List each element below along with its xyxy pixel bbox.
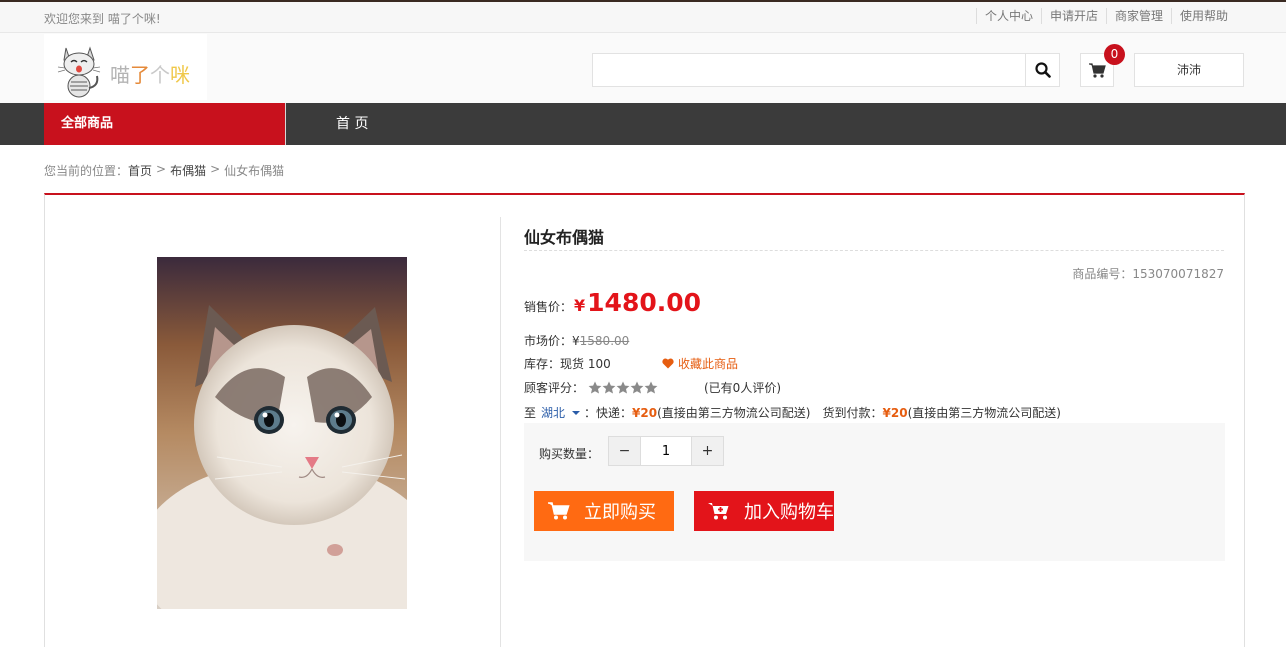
rating-stars	[588, 381, 658, 394]
market-price-label: 市场价：	[524, 334, 573, 348]
breadcrumb: 您当前的位置： 首页 > 布偶猫 > 仙女布偶猫	[44, 162, 284, 179]
top-link-merchant[interactable]: 商家管理	[1105, 8, 1171, 24]
breadcrumb-home[interactable]: 首页	[128, 162, 152, 179]
logo-text: 喵了个咪	[110, 59, 190, 88]
market-price-currency: ¥	[572, 333, 580, 348]
cod-note: (直接由第三方物流公司配送)	[907, 406, 1061, 420]
header: 喵了个咪 0 沛沛	[0, 33, 1286, 103]
nav-home[interactable]: 首 页	[336, 103, 368, 145]
logo-char-4: 咪	[170, 63, 190, 87]
heart-icon	[662, 358, 674, 369]
top-links: 个人中心 申请开店 商家管理 使用帮助	[975, 8, 1236, 24]
shipping-row: 至 湖北 ：快递： ¥20 (直接由第三方物流公司配送) 货到付款： ¥20 (…	[524, 404, 1061, 421]
sale-price-row: 销售价： ¥ 1480.00	[524, 288, 701, 317]
top-link-help[interactable]: 使用帮助	[1170, 8, 1236, 24]
product-title: 仙女布偶猫	[524, 228, 605, 247]
site-logo[interactable]: 喵了个咪	[44, 34, 207, 100]
product-code-value: 153070071827	[1132, 267, 1224, 281]
cart-icon	[1088, 62, 1106, 78]
market-price-row: 市场价： ¥ 1580.00	[524, 332, 629, 349]
market-price-value: 1580.00	[579, 333, 630, 348]
add-to-cart-label: 加入购物车	[744, 502, 834, 523]
quantity-decrease-button[interactable]: −	[609, 437, 641, 465]
cart-count-badge: 0	[1104, 44, 1125, 65]
sale-price-label: 销售价：	[524, 300, 573, 314]
nav-divider	[285, 103, 286, 145]
quantity-input[interactable]	[641, 437, 691, 465]
main-nav: 全部商品 首 页	[0, 103, 1286, 145]
express-label: ：快递：	[584, 406, 633, 420]
buy-now-button[interactable]: 立即购买	[534, 491, 674, 531]
quantity-label: 购买数量：	[539, 447, 600, 461]
buy-now-label: 立即购买	[584, 502, 656, 523]
favorite-label: 收藏此商品	[678, 357, 739, 371]
nav-all-products[interactable]: 全部商品	[44, 103, 285, 145]
quantity-increase-button[interactable]: +	[691, 437, 723, 465]
sale-price-currency: ¥	[574, 296, 586, 315]
stock-row: 库存： 现货 100	[524, 355, 611, 372]
purchase-box: 购买数量： − + 立即购买 加入购物车	[524, 423, 1225, 561]
ship-to-label: 至	[524, 406, 537, 420]
cat-photo-illustration	[157, 257, 407, 609]
breadcrumb-current: 仙女布偶猫	[224, 164, 285, 178]
stock-label: 库存：	[524, 357, 561, 371]
breadcrumb-separator: >	[210, 162, 221, 176]
caret-down-icon[interactable]	[571, 410, 581, 416]
search-icon	[1034, 62, 1051, 78]
cod-label: 货到付款：	[822, 406, 883, 420]
breadcrumb-category[interactable]: 布偶猫	[170, 162, 206, 179]
star-icon	[644, 381, 658, 394]
sale-price-value: 1480.00	[587, 288, 702, 317]
stock-value: 现货 100	[560, 357, 611, 371]
logo-char-3: 个	[150, 63, 170, 87]
region-select[interactable]: 湖北	[541, 404, 565, 421]
breadcrumb-separator: >	[156, 162, 167, 176]
top-link-account[interactable]: 个人中心	[975, 8, 1041, 24]
cod-price: ¥20	[882, 405, 908, 420]
logo-char-1: 喵	[110, 63, 130, 87]
product-panel: 仙女布偶猫 商品编号：153070071827 销售价： ¥ 1480.00 市…	[44, 193, 1245, 647]
star-icon	[588, 381, 602, 394]
panel-divider	[500, 217, 501, 647]
express-note: (直接由第三方物流公司配送)	[657, 406, 811, 420]
top-bar: 欢迎您来到 喵了个咪! 个人中心 申请开店 商家管理 使用帮助	[0, 2, 1286, 33]
review-count: (已有0人评价)	[704, 381, 781, 395]
product-image[interactable]	[157, 257, 407, 609]
product-code: 商品编号：153070071827	[1072, 265, 1224, 282]
logo-char-2: 了	[130, 63, 150, 87]
rating-label: 顾客评分：	[524, 381, 585, 395]
welcome-text: 欢迎您来到 喵了个咪!	[44, 12, 161, 26]
star-icon	[616, 381, 630, 394]
cart-icon	[548, 502, 570, 520]
cat-logo-icon	[57, 46, 101, 98]
search-button[interactable]	[1025, 54, 1059, 86]
breadcrumb-prefix: 您当前的位置：	[44, 164, 129, 178]
title-divider	[524, 250, 1224, 251]
rating-row: 顾客评分：	[524, 379, 658, 396]
search-box	[592, 53, 1060, 87]
star-icon	[630, 381, 644, 394]
add-to-cart-button[interactable]: 加入购物车	[694, 491, 834, 531]
product-code-label: 商品编号：	[1072, 267, 1133, 281]
star-icon	[602, 381, 616, 394]
express-price: ¥20	[632, 405, 658, 420]
favorite-button[interactable]: 收藏此商品	[662, 355, 738, 372]
quantity-stepper: − +	[608, 436, 724, 466]
add-cart-icon	[708, 503, 729, 520]
top-link-open-store[interactable]: 申请开店	[1040, 8, 1106, 24]
user-account-button[interactable]: 沛沛	[1134, 53, 1244, 87]
search-input[interactable]	[593, 54, 1026, 86]
